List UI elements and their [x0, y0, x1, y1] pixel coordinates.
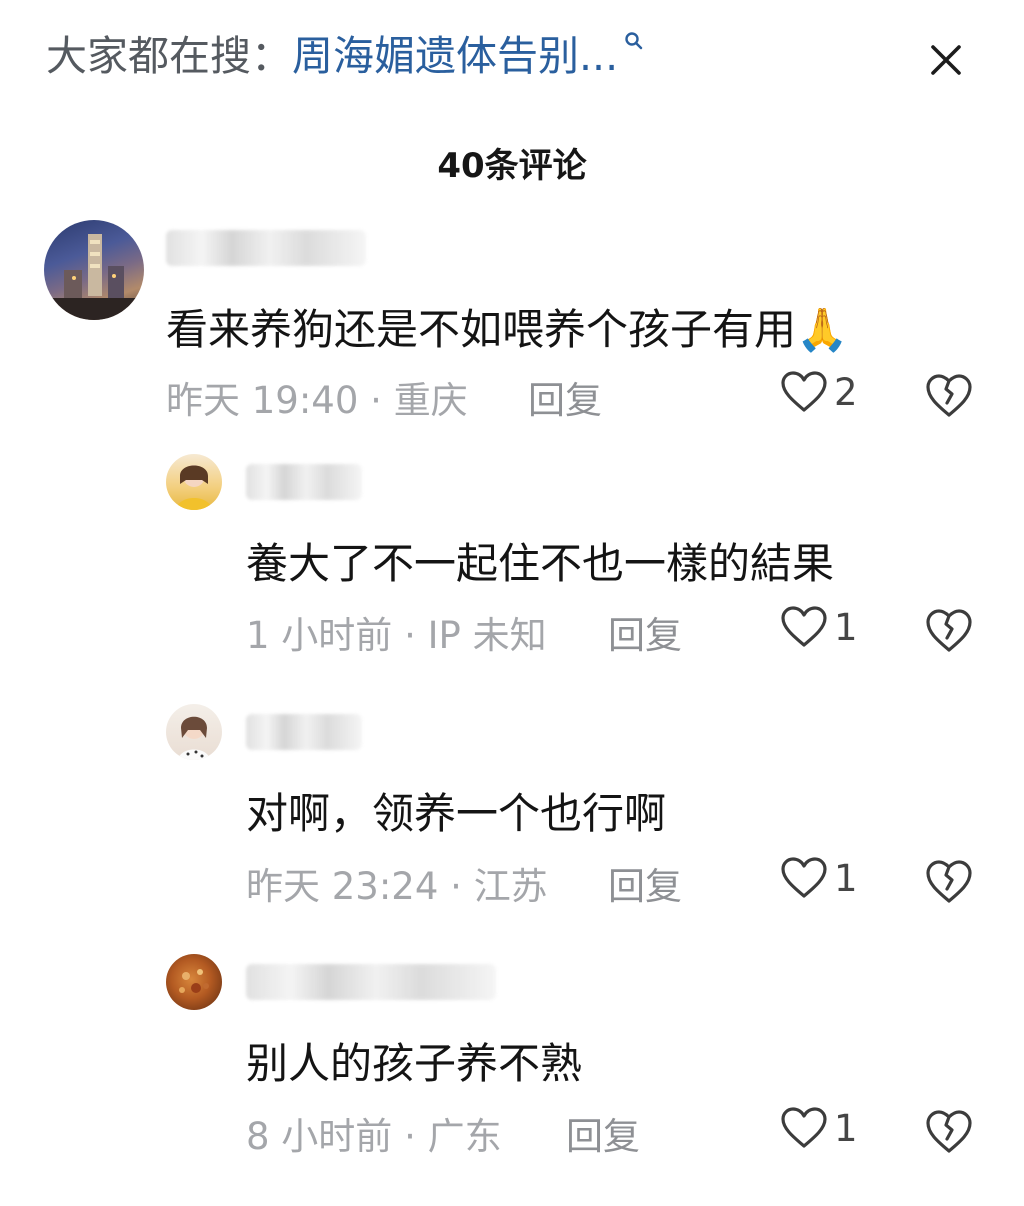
comment-meta: 1 小时前 · IP 未知	[246, 605, 547, 659]
username-redacted[interactable]	[246, 964, 496, 1000]
trending-search-prefix: 大家都在搜：	[46, 32, 292, 80]
trending-search-bar[interactable]: 大家都在搜： 周海媚遗体告别...	[46, 22, 644, 82]
comment-text: 看来养狗还是不如喂养个孩子有用🙏	[166, 305, 849, 354]
comment-text: 養大了不一起住不也一樣的結果	[246, 539, 835, 588]
avatar[interactable]	[44, 220, 144, 320]
comment-time: 8 小时前	[246, 1115, 393, 1158]
comment-location: 重庆	[393, 379, 468, 422]
search-icon	[625, 32, 643, 50]
comment-text: 别人的孩子养不熟	[246, 1039, 583, 1088]
username-redacted[interactable]	[246, 464, 362, 500]
comment-time: 1 小时前	[246, 614, 393, 657]
comment-count-title: 40条评论	[437, 146, 587, 186]
like-button[interactable]: 1	[780, 1106, 858, 1150]
trending-search-term[interactable]: 周海媚遗体告别...	[292, 22, 618, 82]
meta-separator: ·	[370, 379, 394, 422]
like-button[interactable]: 2	[780, 370, 858, 414]
comment-location: IP 未知	[427, 614, 547, 657]
comment-location: 广东	[427, 1115, 502, 1158]
comment-meta: 昨天 23:24 · 江苏	[246, 856, 548, 910]
reply-button[interactable]: 回复	[528, 370, 602, 424]
heart-outline-icon	[781, 857, 827, 898]
like-count: 1	[834, 856, 858, 900]
close-icon	[931, 45, 961, 75]
broken-heart-icon[interactable]	[924, 856, 974, 906]
avatar[interactable]	[166, 954, 222, 1010]
comment-time: 昨天 23:24	[246, 865, 439, 908]
broken-heart-icon[interactable]	[924, 605, 974, 655]
broken-heart-icon[interactable]	[924, 370, 974, 420]
meta-separator: ·	[450, 865, 474, 908]
like-count: 1	[834, 605, 858, 649]
comment-time: 昨天 19:40	[166, 379, 359, 422]
like-button[interactable]: 1	[780, 605, 858, 649]
avatar-image	[44, 234, 144, 320]
avatar-image	[178, 716, 210, 760]
reply-button[interactable]: 回复	[608, 856, 682, 910]
reply-button[interactable]: 回复	[608, 605, 682, 659]
comment-meta: 8 小时前 · 广东	[246, 1106, 502, 1160]
like-count: 2	[834, 370, 858, 414]
close-button[interactable]	[922, 36, 970, 84]
reply-button[interactable]: 回复	[566, 1106, 640, 1160]
username-redacted[interactable]	[166, 230, 366, 266]
avatar-image	[179, 969, 209, 993]
like-button[interactable]: 1	[780, 856, 858, 900]
comment-text: 对啊，领养一个也行啊	[246, 789, 667, 838]
avatar-image	[176, 465, 212, 510]
meta-separator: ·	[404, 1115, 428, 1158]
heart-outline-icon	[781, 1107, 827, 1148]
heart-outline-icon	[781, 371, 827, 412]
meta-separator: ·	[404, 614, 428, 657]
avatar[interactable]	[166, 704, 222, 760]
heart-outline-icon	[781, 606, 827, 647]
broken-heart-icon[interactable]	[924, 1106, 974, 1156]
username-redacted[interactable]	[246, 714, 362, 750]
comment-location: 江苏	[473, 865, 548, 908]
comment-meta: 昨天 19:40 · 重庆	[166, 370, 468, 424]
avatar[interactable]	[166, 454, 222, 510]
like-count: 1	[834, 1106, 858, 1150]
